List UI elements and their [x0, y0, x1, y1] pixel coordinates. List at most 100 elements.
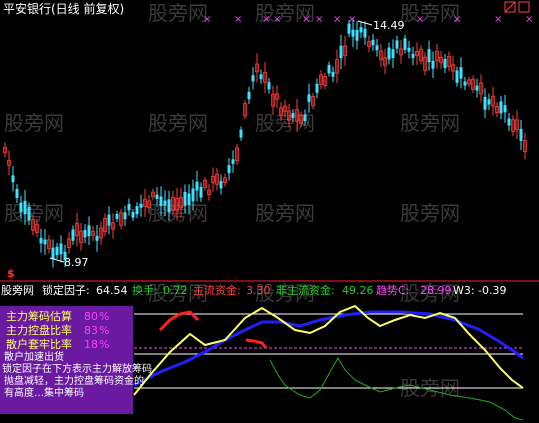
- candle-body: [475, 85, 479, 91]
- cross-marker-icon: ×: [234, 14, 242, 25]
- candle-body: [503, 105, 507, 113]
- candle-body: [303, 114, 307, 121]
- watermark-text: 股旁网: [400, 1, 460, 25]
- candle-body: [55, 246, 59, 256]
- main-capital-value: 3.30: [246, 284, 271, 297]
- candle-body: [163, 200, 167, 206]
- legend-row-2-label: 主力控盘比率: [6, 323, 72, 337]
- candle-body: [139, 203, 143, 208]
- candle-body: [87, 225, 91, 237]
- candle-body: [359, 27, 363, 33]
- legend-row-3-unit: %: [99, 338, 109, 351]
- watermark-text: 股旁网: [4, 111, 64, 135]
- candle-body: [251, 75, 255, 82]
- watermark-text: 股旁网: [148, 111, 208, 135]
- cross-marker-icon: ×: [273, 14, 281, 25]
- legend-rows: 主力筹码估算 80 % 主力控盘比率 83 % 散户套牢比率 18 %: [6, 309, 109, 351]
- candle-body: [11, 175, 15, 183]
- candle-body: [327, 64, 331, 74]
- candle-body: [95, 235, 99, 241]
- cross-marker-icon: ×: [453, 14, 461, 25]
- legend-row-2-value: 83: [84, 324, 98, 337]
- turnover-value: 0.72: [163, 284, 188, 297]
- legend-row-1-label: 主力筹码估算: [6, 309, 72, 323]
- candle-body: [267, 82, 271, 90]
- candle-body: [499, 101, 503, 114]
- candle-body: [463, 81, 467, 86]
- w3-label: W3:: [453, 284, 475, 297]
- candle-body: [127, 204, 131, 211]
- non-main-value: 49.26: [342, 284, 374, 297]
- candle-body: [395, 40, 399, 49]
- legend-row-1-unit: %: [99, 310, 109, 323]
- candle-body: [231, 159, 235, 164]
- watermark-text: 股旁网: [255, 201, 315, 225]
- legend-row-2-unit: %: [99, 324, 109, 337]
- legend-row-3-label: 散户套牢比率: [6, 337, 72, 351]
- candle-body: [107, 214, 111, 226]
- indicator-bar: 股旁网 锁定因子: 64.54 换手: 0.72 主流资金: 3.30 非主流资…: [1, 283, 506, 297]
- cross-marker-icon: ×: [525, 14, 533, 25]
- candle-body: [51, 247, 55, 260]
- candle-body: [15, 188, 19, 198]
- candle-body: [187, 193, 191, 206]
- candle-body: [371, 39, 375, 46]
- cross-marker-icon: ×: [315, 14, 323, 25]
- candle-body: [199, 186, 203, 198]
- candle-body: [291, 113, 295, 118]
- candle-body: [191, 188, 195, 202]
- cross-marker-icon: ×: [494, 14, 502, 25]
- candle-body: [307, 94, 311, 102]
- watermark-text: 股旁网: [148, 1, 208, 25]
- candle-body: [123, 212, 127, 220]
- candle-body: [387, 47, 391, 60]
- candle-body: [375, 45, 379, 51]
- indicator-name: 股旁网: [1, 283, 34, 297]
- candle-body: [363, 28, 367, 38]
- lock-value: 64.54: [96, 284, 128, 297]
- overlay-line-3: 抛盘减轻，主力控盘筹码资金的: [4, 374, 144, 387]
- candle-body: [183, 191, 187, 206]
- candle-body: [259, 74, 263, 80]
- candle-body: [59, 243, 63, 255]
- candle-body: [519, 128, 523, 142]
- candle-body: [27, 206, 31, 221]
- overlay-line-1: 散户加速出货: [4, 350, 64, 363]
- cross-marker-icon: ×: [302, 14, 310, 25]
- candle-body: [507, 118, 511, 126]
- candle-body: [355, 29, 359, 41]
- candle-body: [71, 229, 75, 241]
- high-label: 14.49: [373, 19, 405, 32]
- candle-body: [195, 181, 199, 191]
- candle-body: [247, 91, 251, 100]
- candle-body: [19, 202, 23, 213]
- dollar-marker-icon: $: [7, 267, 15, 280]
- cross-marker-icon: ×: [333, 14, 341, 25]
- candle-body: [431, 60, 435, 69]
- candle-body: [167, 199, 171, 213]
- chart-title: 平安银行(日线 前复权): [3, 1, 124, 16]
- w3-value: -0.39: [478, 284, 506, 297]
- candle-body: [83, 229, 87, 238]
- candle-body: [135, 206, 139, 215]
- candle-body: [443, 58, 447, 69]
- candle-body: [407, 47, 411, 52]
- candle-body: [351, 29, 355, 37]
- candle-body: [411, 53, 415, 59]
- overlay-line-2: 锁定因子在下方表示主力解放筹码: [2, 362, 152, 375]
- cross-marker-icon: ×: [416, 14, 424, 25]
- non-main-label: 非主流资金:: [276, 283, 335, 297]
- candle-body: [331, 71, 335, 77]
- candle-body: [483, 96, 487, 110]
- candle-body: [159, 196, 163, 206]
- turnover-label: 换手:: [132, 283, 158, 297]
- candle-body: [455, 70, 459, 83]
- cross-marker-icon: ×: [348, 14, 356, 25]
- candle-body: [115, 214, 119, 219]
- watermark-text: 股旁网: [400, 111, 460, 135]
- candle-body: [391, 49, 395, 58]
- watermark-text: 股旁网: [4, 201, 64, 225]
- candle-body: [39, 237, 43, 244]
- watermark-text: 股旁网: [400, 201, 460, 225]
- stock-chart[interactable]: 股旁网 股旁网 股旁网股旁网 股旁网 股旁网 股旁网股旁网 股旁网 股旁网 股旁网股旁网 股旁网股…: [0, 0, 539, 423]
